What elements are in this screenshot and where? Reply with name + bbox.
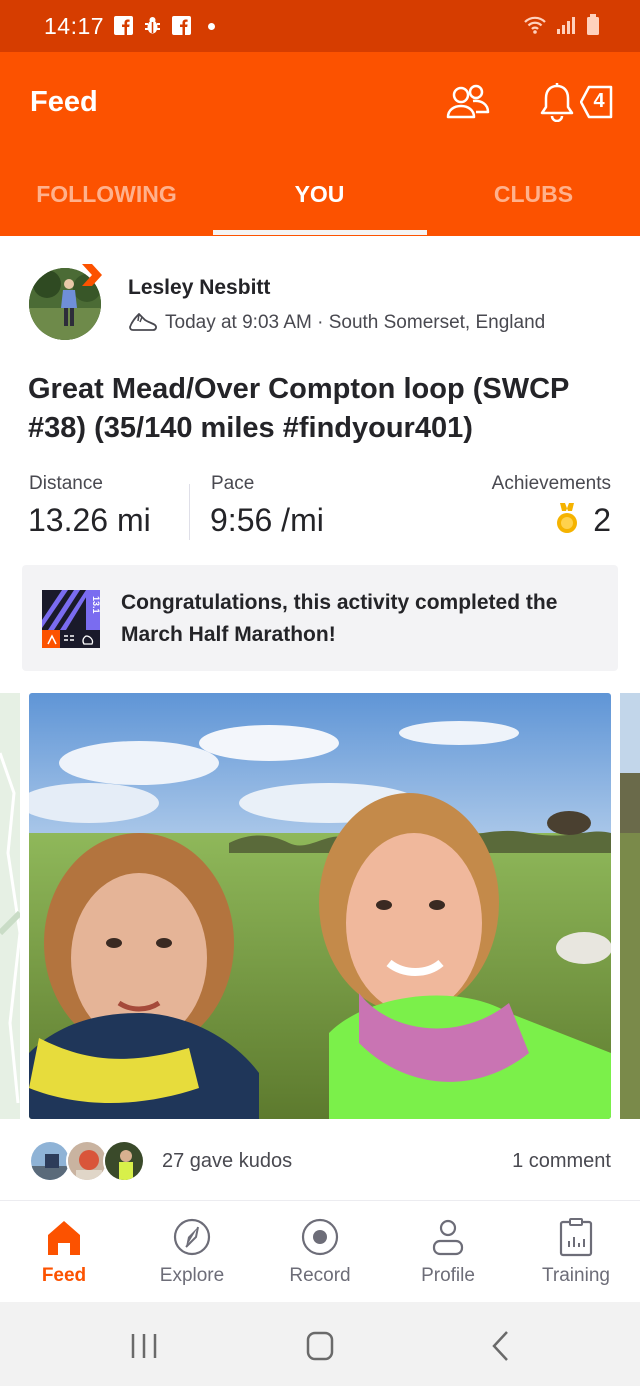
cell-signal-icon — [557, 17, 575, 34]
activity-photo[interactable] — [29, 693, 611, 1119]
distance-value: 13.26 mi — [28, 502, 151, 538]
challenge-text: Congratulations, this activity completed… — [121, 591, 558, 646]
map-preview-left[interactable] — [0, 693, 20, 1119]
activity-title[interactable]: Great Mead/Over Compton loop (SWCP #38) … — [28, 370, 618, 448]
medal-icon — [557, 503, 577, 533]
recent-apps-icon[interactable] — [124, 1328, 164, 1364]
activity-meta: Today at 9:03 AM · South Somerset, Engla… — [165, 312, 546, 333]
status-bar: 14:17 — [0, 0, 640, 52]
app-header: Feed 4 FOLLOWING YOU CLUBS — [0, 52, 640, 236]
bell-icon[interactable] — [539, 82, 575, 122]
tab-following[interactable]: FOLLOWING — [0, 172, 213, 236]
achievements-value: 2 — [593, 502, 611, 538]
kudos-avatar[interactable] — [66, 1140, 108, 1182]
challenge-badge-text: 13.1 — [91, 596, 100, 614]
nav-label: Record — [289, 1265, 351, 1286]
back-icon[interactable] — [480, 1328, 520, 1364]
pace-value: 9:56 /mi — [210, 502, 324, 538]
nav-training[interactable]: Training — [512, 1201, 640, 1303]
athlete-name[interactable]: Lesley Nesbitt — [128, 276, 270, 300]
people-icon[interactable] — [446, 84, 490, 120]
achievements-label: Achievements — [491, 473, 611, 494]
challenge-badge-icon: 13.1 — [42, 590, 100, 648]
system-navigation-bar — [0, 1302, 640, 1386]
notification-count: 4 — [593, 90, 605, 112]
comments-count[interactable]: 1 comment — [512, 1150, 611, 1173]
photo-preview-right[interactable] — [620, 693, 640, 1119]
pace-label: Pace — [211, 473, 255, 494]
bug-app-icon — [145, 17, 160, 34]
tab-you[interactable]: YOU — [213, 172, 426, 236]
feed-tabs: FOLLOWING YOU CLUBS — [0, 172, 640, 236]
person-icon — [432, 1219, 464, 1256]
compass-icon — [173, 1218, 211, 1256]
nav-label: Feed — [41, 1265, 87, 1286]
nav-label: Explore — [159, 1265, 225, 1286]
kudos-avatar[interactable] — [29, 1140, 71, 1182]
nav-label: Profile — [421, 1265, 475, 1286]
nav-feed[interactable]: Feed — [0, 1201, 128, 1303]
nav-record[interactable]: Record — [256, 1201, 384, 1303]
kudos-avatar[interactable] — [103, 1140, 145, 1182]
clipboard-chart-icon — [559, 1218, 593, 1257]
subscriber-chevron-icon — [82, 264, 102, 286]
kudos-count[interactable]: 27 gave kudos — [162, 1150, 292, 1173]
more-notifications-dot — [208, 23, 215, 30]
nav-label: Training — [542, 1265, 610, 1286]
record-icon — [301, 1218, 339, 1256]
tab-clubs[interactable]: CLUBS — [427, 172, 640, 236]
facebook-icon — [172, 16, 191, 35]
home-button-icon[interactable] — [300, 1328, 340, 1364]
stat-divider — [189, 484, 190, 540]
running-shoe-icon — [129, 313, 157, 331]
active-tab-indicator — [213, 230, 427, 235]
distance-label: Distance — [29, 473, 103, 494]
home-icon — [48, 1221, 80, 1255]
bottom-nav: Feed Explore Record Profile Training — [0, 1200, 640, 1302]
status-time: 14:17 — [44, 13, 105, 39]
page-title: Feed — [30, 86, 98, 118]
facebook-icon — [114, 16, 133, 35]
nav-profile[interactable]: Profile — [384, 1201, 512, 1303]
nav-explore[interactable]: Explore — [128, 1201, 256, 1303]
battery-icon — [587, 14, 599, 35]
wifi-icon — [524, 16, 546, 34]
